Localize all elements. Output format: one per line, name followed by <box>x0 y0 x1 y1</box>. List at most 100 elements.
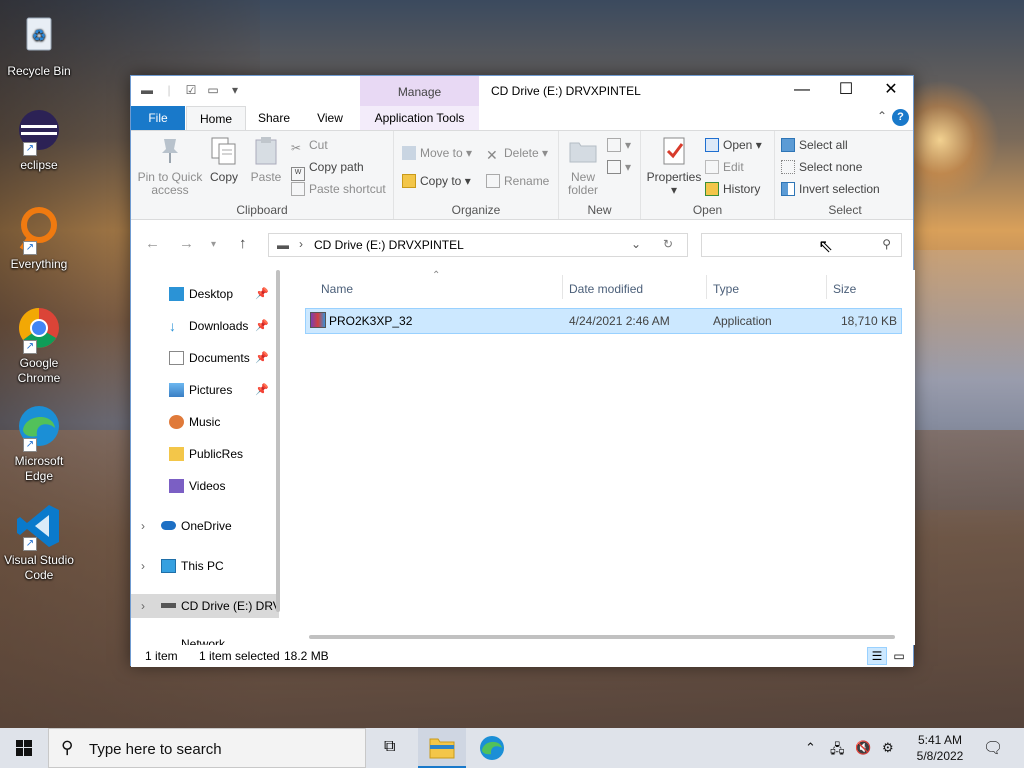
forward-arrow-icon[interactable]: → <box>179 235 194 252</box>
paste-shortcut-button[interactable]: Paste shortcut <box>291 179 386 199</box>
download-arrow-icon: ↓ <box>169 318 176 334</box>
nav-item-onedrive[interactable]: › OneDrive <box>131 514 279 538</box>
this-pc-icon <box>161 559 176 573</box>
invert-selection-icon <box>781 182 795 196</box>
expand-chevron-icon[interactable]: › <box>141 554 145 578</box>
desktop-icon-recycle-bin[interactable]: ♻ Recycle Bin <box>4 14 74 79</box>
properties-qat-icon[interactable]: ☑ <box>183 82 199 98</box>
tab-home[interactable]: Home <box>186 106 246 130</box>
desktop-icon-everything[interactable]: ↗ Everything <box>4 207 74 272</box>
folder-icon <box>169 447 184 461</box>
easy-access-button[interactable]: ▾ <box>607 157 631 177</box>
pin-icon[interactable]: 📌 <box>255 314 269 338</box>
large-icons-view-icon[interactable]: ▭ <box>889 647 909 665</box>
volume-muted-icon[interactable]: 🔇 <box>855 740 871 756</box>
settings-gear-icon[interactable]: ⚙ <box>882 740 894 756</box>
close-button[interactable]: ✕ <box>868 76 914 106</box>
open-button[interactable]: Open ▾ <box>705 135 762 155</box>
nav-item-videos[interactable]: Videos <box>131 474 279 498</box>
nav-item-this-pc[interactable]: › This PC <box>131 554 279 578</box>
tab-application-tools[interactable]: Application Tools <box>360 106 479 130</box>
horizontal-scrollbar[interactable] <box>309 635 895 639</box>
system-clock[interactable]: 5:41 AM 5/8/2022 <box>910 732 970 764</box>
open-group: Properties ▾ Open ▾ Edit History Open <box>641 131 775 219</box>
pin-icon <box>154 135 186 167</box>
column-header-size[interactable]: Size <box>833 282 856 296</box>
column-header-name[interactable]: Name <box>321 282 353 296</box>
nav-item-publicres[interactable]: PublicRes <box>131 442 279 466</box>
tab-file[interactable]: File <box>131 106 185 130</box>
taskbar-file-explorer[interactable] <box>418 728 466 768</box>
details-view-icon[interactable]: ☰ <box>867 647 887 665</box>
search-icon[interactable]: ⚲ <box>882 237 891 251</box>
help-icon[interactable]: ? <box>892 109 909 126</box>
collapse-ribbon-icon[interactable]: ⌃ <box>877 109 887 123</box>
pin-icon[interactable]: 📌 <box>255 282 269 306</box>
breadcrumb-chevron-icon[interactable]: › <box>299 237 303 251</box>
delete-button[interactable]: ✕ Delete ▾ <box>486 143 548 163</box>
start-button[interactable] <box>0 728 48 768</box>
expand-chevron-icon[interactable]: › <box>141 514 145 538</box>
invert-selection-button[interactable]: Invert selection <box>781 179 880 199</box>
desktop-icon-vscode[interactable]: ↗ Visual Studio Code <box>4 503 74 583</box>
pin-icon[interactable]: 📌 <box>255 378 269 402</box>
tab-share[interactable]: Share <box>249 106 299 130</box>
desktop-icon-eclipse[interactable]: ↗ eclipse <box>4 108 74 173</box>
nav-pane-scrollbar[interactable] <box>276 270 280 612</box>
maximize-button[interactable]: ☐ <box>823 76 869 106</box>
notifications-icon[interactable]: 🗨 <box>983 738 1003 758</box>
back-arrow-icon[interactable]: ← <box>145 235 160 252</box>
up-arrow-icon[interactable]: ↑ <box>239 235 247 252</box>
edge-icon: ↗ <box>15 404 63 452</box>
nav-item-cd-drive[interactable]: › CD Drive (E:) DRV <box>131 594 279 618</box>
copy-to-button[interactable]: Copy to ▾ <box>402 171 471 191</box>
cut-button[interactable]: ✂ Cut <box>291 135 328 155</box>
file-list: ⌃ Name Date modified Type Size PRO2K3XP_… <box>291 270 915 645</box>
pin-to-quick-access-button[interactable]: Pin to Quick access <box>137 135 203 197</box>
show-hidden-icons-icon[interactable]: ⌃ <box>805 740 816 756</box>
new-folder-button[interactable]: New folder <box>563 135 603 197</box>
file-name: PRO2K3XP_32 <box>329 314 413 328</box>
qat-dropdown-icon[interactable]: ▾ <box>227 82 243 98</box>
paste-shortcut-icon <box>291 182 305 196</box>
search-input[interactable] <box>708 238 868 254</box>
select-all-button[interactable]: Select all <box>781 135 848 155</box>
paste-button[interactable]: Paste <box>247 135 285 184</box>
table-row[interactable]: PRO2K3XP_32 4/24/2021 2:46 AM Applicatio… <box>305 308 902 334</box>
history-button[interactable]: History <box>705 179 760 199</box>
nav-item-desktop[interactable]: Desktop 📌 <box>131 282 279 306</box>
taskbar-search-box[interactable]: ⚲ Type here to search <box>48 728 366 768</box>
nav-item-documents[interactable]: Documents 📌 <box>131 346 279 370</box>
nav-item-music[interactable]: Music <box>131 410 279 434</box>
nav-item-network[interactable]: Network <box>131 632 279 645</box>
nav-item-downloads[interactable]: ↓ Downloads 📌 <box>131 314 279 338</box>
search-box[interactable]: ⚲ <box>701 233 902 257</box>
minimize-button[interactable]: — <box>779 76 825 106</box>
tab-view[interactable]: View <box>305 106 355 130</box>
desktop-icon-chrome[interactable]: ↗ Google Chrome <box>4 306 74 386</box>
move-to-button[interactable]: Move to ▾ <box>402 143 472 163</box>
properties-button[interactable]: Properties ▾ <box>645 135 703 197</box>
task-view-button[interactable]: ⧉ <box>368 728 416 768</box>
taskbar-edge[interactable] <box>468 728 516 768</box>
new-item-button[interactable]: ▾ <box>607 135 631 155</box>
select-none-button[interactable]: Select none <box>781 157 862 177</box>
refresh-icon[interactable]: ↻ <box>663 237 673 251</box>
desktop-icon-edge[interactable]: ↗ Microsoft Edge <box>4 404 74 484</box>
shortcut-arrow-icon: ↗ <box>23 241 37 255</box>
expand-chevron-icon[interactable]: › <box>141 594 145 618</box>
nav-item-pictures[interactable]: Pictures 📌 <box>131 378 279 402</box>
recent-locations-icon[interactable]: ▾ <box>211 239 216 250</box>
address-dropdown-icon[interactable]: ⌄ <box>631 237 641 251</box>
column-header-type[interactable]: Type <box>713 282 739 296</box>
copy-button[interactable]: Copy <box>207 135 241 184</box>
edit-button[interactable]: Edit <box>705 157 744 177</box>
column-header-date[interactable]: Date modified <box>569 282 643 296</box>
pin-icon[interactable]: 📌 <box>255 346 269 370</box>
new-folder-qat-icon[interactable]: ▭ <box>205 82 221 98</box>
network-icon[interactable]: 🖧 <box>830 740 845 762</box>
music-icon <box>169 415 184 429</box>
copy-path-button[interactable]: W Copy path <box>291 157 364 181</box>
address-bar[interactable]: ▬ › CD Drive (E:) DRVXPINTEL ⌄ ↻ <box>268 233 688 257</box>
rename-button[interactable]: Rename <box>486 171 549 191</box>
